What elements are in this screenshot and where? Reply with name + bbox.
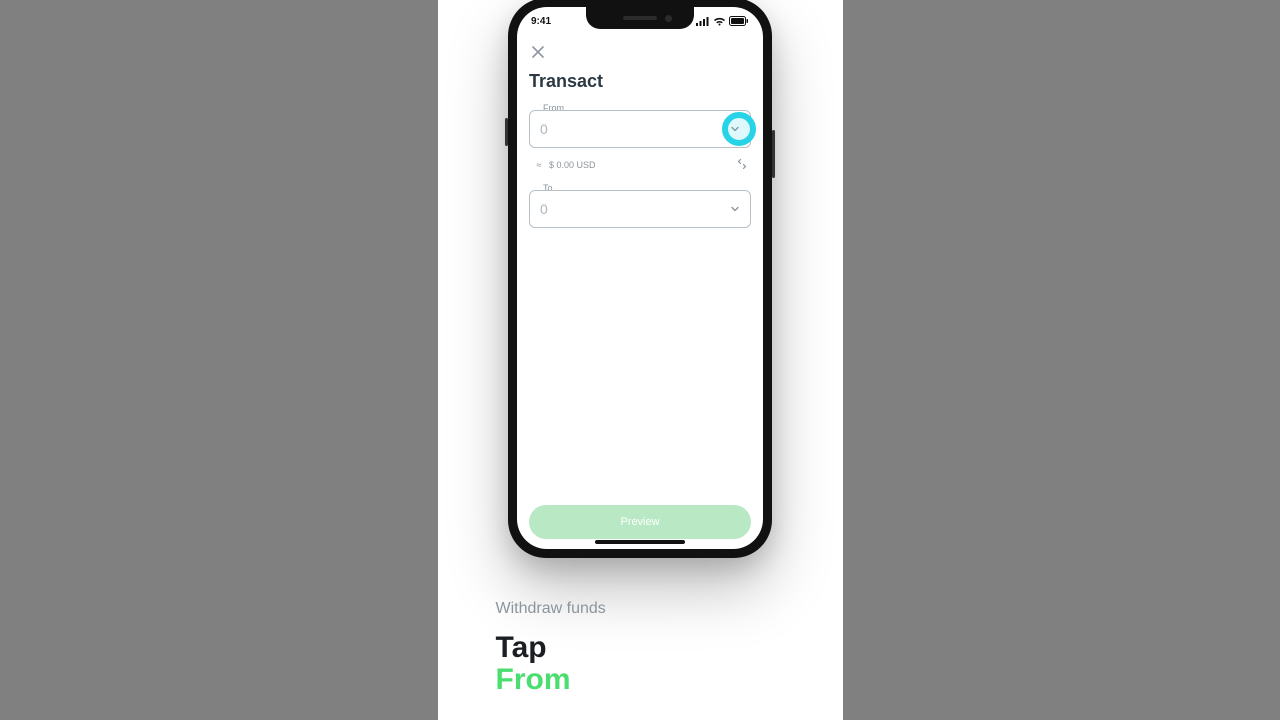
instruction-line-2: From [496, 664, 785, 696]
center-column: 9:41 Transact From 0 [438, 0, 843, 720]
to-placeholder: 0 [540, 201, 548, 217]
stage: 9:41 Transact From 0 [0, 0, 1280, 720]
swap-icon[interactable] [737, 158, 747, 172]
to-field[interactable]: 0 [529, 190, 751, 228]
instructions: Withdraw funds Tap From [438, 600, 843, 695]
from-field[interactable]: 0 [529, 110, 751, 148]
page-title: Transact [529, 71, 751, 92]
instruction-subtitle: Withdraw funds [496, 600, 785, 618]
wifi-icon [713, 17, 726, 26]
approx-symbol: ≈ [533, 160, 545, 170]
phone-screen: 9:41 Transact From 0 [517, 7, 763, 549]
close-button[interactable] [529, 43, 547, 61]
close-icon [532, 46, 544, 58]
to-field-wrap: To 0 [529, 190, 751, 228]
status-time: 9:41 [531, 16, 551, 27]
instruction-line-1: Tap [496, 632, 785, 664]
battery-icon [729, 16, 749, 26]
status-indicators [696, 16, 749, 26]
preview-button-label: Preview [620, 516, 659, 528]
home-indicator [595, 540, 685, 544]
preview-button[interactable]: Preview [529, 505, 751, 539]
conversion-amount: $ 0.00 USD [549, 160, 596, 170]
chevron-down-icon [730, 121, 740, 137]
phone-frame: 9:41 Transact From 0 [508, 0, 772, 558]
phone-notch [586, 7, 694, 29]
chevron-down-icon [730, 201, 740, 217]
from-field-wrap: From 0 [529, 110, 751, 148]
cellular-icon [696, 17, 710, 26]
app-content: Transact From 0 ≈ $ 0.00 USD [517, 35, 763, 549]
conversion-row: ≈ $ 0.00 USD [529, 158, 751, 172]
from-placeholder: 0 [540, 121, 548, 137]
